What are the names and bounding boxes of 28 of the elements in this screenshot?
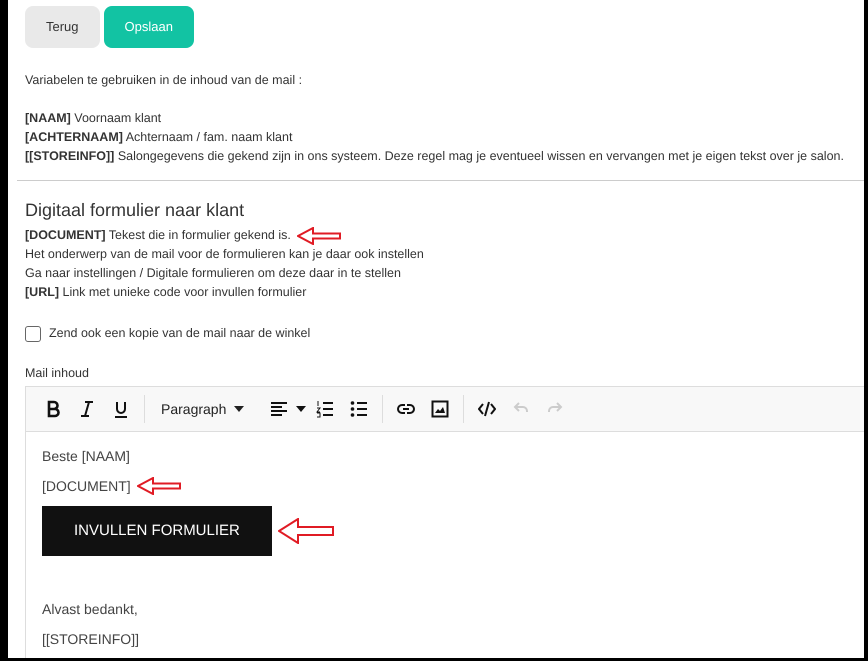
caret-icon bbox=[234, 406, 244, 412]
section-title: Digitaal formulier naar klant bbox=[25, 199, 246, 221]
underline-icon bbox=[112, 400, 130, 418]
intro-text: Variabelen te gebruiken in de inhoud van de mail : bbox=[25, 72, 304, 89]
checkbox-label: Zend ook een kopie van de mail naar de winkel bbox=[49, 325, 310, 342]
variable-description: [[STOREINFO]] Salongegevens die gekend zijn in ons systeem. Deze regel mag je eventueel wissen en vervangen met je eigen tekst over je salon. bbox=[25, 148, 845, 165]
email-text: Beste [NAAM] bbox=[42, 446, 130, 466]
bullet-list-icon bbox=[350, 400, 368, 418]
email-text: Alvast bedankt, bbox=[42, 600, 138, 618]
email-text: [[STOREINFO]] bbox=[42, 630, 139, 649]
format-dropdown[interactable]: Paragraph bbox=[153, 394, 252, 424]
code-icon bbox=[478, 400, 496, 418]
field-label: Mail inhoud bbox=[25, 365, 90, 382]
back-button[interactable]: Terug bbox=[25, 6, 100, 48]
numbered-list-icon bbox=[316, 400, 334, 418]
info-text: Het onderwerp van de mail voor de formulieren kan je daar ook instellen bbox=[25, 246, 424, 263]
form-link-button[interactable]: INVULLEN FORMULIER bbox=[42, 506, 272, 556]
info-text: Ga naar instellingen / Digitale formulieren om deze daar in te stellen bbox=[25, 265, 401, 282]
italic-icon bbox=[78, 400, 96, 418]
info-text: [DOCUMENT] Tekest die in formulier gekend is. bbox=[25, 227, 291, 244]
email-text: [DOCUMENT] bbox=[42, 476, 131, 496]
caret-icon bbox=[296, 406, 306, 412]
variable-description: [ACHTERNAAM] Achternaam / fam. naam klant bbox=[25, 129, 294, 146]
variable-description: [NAAM] Voornaam klant bbox=[25, 110, 162, 127]
image-icon bbox=[431, 400, 450, 418]
checkbox[interactable] bbox=[25, 326, 41, 342]
align-left-icon bbox=[270, 401, 288, 417]
info-text: [URL] Link met unieke code voor invullen formulier bbox=[25, 284, 306, 301]
